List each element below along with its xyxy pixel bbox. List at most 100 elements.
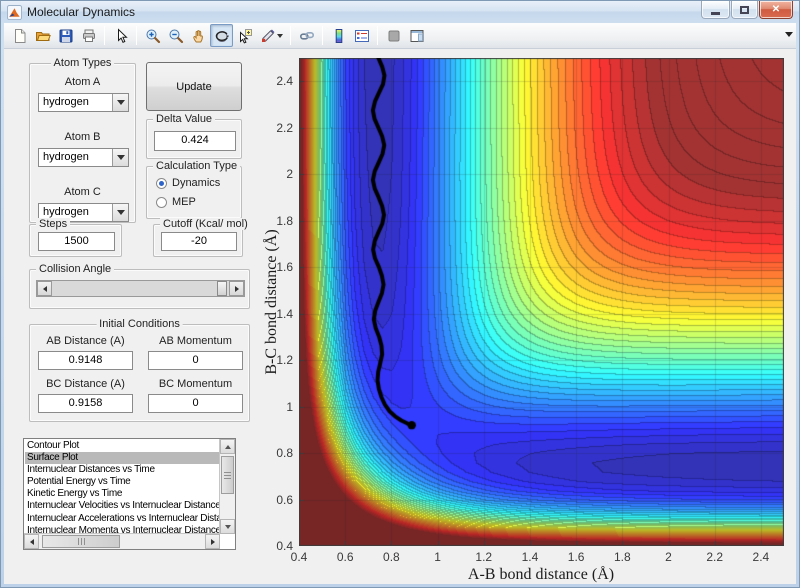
list-item[interactable]: Kinetic Energy vs Time [25,488,219,500]
list-item[interactable]: Internuclear Accelerations vs Internucle… [25,513,219,525]
calculation-type-group: Calculation Type Dynamics MEP [146,160,242,219]
left-arrow-icon [29,538,34,545]
atom-a-value: hydrogen [43,96,89,108]
atom-a-dropdown[interactable]: hydrogen [38,93,129,112]
hide-plot-tools-button[interactable] [382,24,405,47]
print-button[interactable] [77,24,100,47]
chevron-down-icon[interactable] [112,94,128,111]
bc-momentum-label: BC Momentum [158,378,233,390]
close-icon: ✕ [771,4,781,15]
window-title: Molecular Dynamics [27,5,136,19]
list-item[interactable]: Internuclear Momenta vs Internuclear Dis… [25,525,219,533]
slider-left-arrow[interactable] [37,281,52,296]
list-item[interactable]: Potential Energy vs Time [25,476,219,488]
maximize-button[interactable] [731,1,758,19]
arrow-cursor-button[interactable] [109,24,132,47]
ab-momentum-label: AB Momentum [159,335,232,347]
insert-colorbar-button[interactable] [327,24,350,47]
matlab-app-icon [7,4,22,20]
atom-a-label: Atom A [64,76,101,88]
slider-right-arrow[interactable] [229,281,244,296]
new-file-icon [14,28,25,43]
pes-contour-canvas[interactable] [299,58,784,546]
plot-type-listbox[interactable]: Contour Plot Surface Plot Internuclear Dis… [23,438,236,550]
x-tick-label: 2.4 [752,550,770,564]
list-item[interactable]: Internuclear Distances vs Time [25,464,219,476]
list-item[interactable]: Surface Plot [25,452,219,465]
data-cursor-button[interactable] [233,24,256,47]
y-tick-label: 0.4 [276,539,293,553]
minimize-icon [711,11,720,15]
scroll-left-button[interactable] [24,534,39,549]
radio-unselected-icon[interactable] [156,196,167,208]
mep-radio[interactable]: MEP [156,196,196,208]
minimize-button[interactable] [701,1,730,19]
toolbar-separator [377,26,378,45]
link-plots-button[interactable] [295,24,318,47]
update-button[interactable]: Update [146,62,242,111]
scroll-up-button[interactable] [220,439,235,454]
show-plot-tools-dock-button[interactable] [405,24,428,47]
legend-icon [354,29,369,42]
save-icon [59,29,72,42]
dynamics-radio[interactable]: Dynamics [156,177,220,189]
y-tick-label: 1 [286,399,293,414]
open-file-button[interactable] [31,24,54,47]
save-button[interactable] [54,24,77,47]
y-tick-label: 1.8 [276,213,293,228]
link-plots-icon [299,31,314,40]
list-item[interactable]: Contour Plot [25,440,219,452]
vertical-scroll-thumb[interactable] [221,456,234,494]
open-folder-icon [35,31,51,41]
rotate-3d-button[interactable] [210,24,233,47]
slider-thumb[interactable] [217,281,227,296]
cutoff-field[interactable]: -20 [161,232,237,251]
zoom-out-icon [169,29,183,43]
x-tick-label: 1.6 [567,550,585,564]
x-tick-label: 0.6 [336,550,354,564]
chevron-down-icon[interactable] [112,149,128,166]
group-title: Atom Types [50,57,115,69]
ab-momentum-field[interactable]: 0 [148,351,243,370]
delta-value-field[interactable]: 0.424 [154,131,236,151]
toolbar-separator [104,26,105,45]
insert-legend-button[interactable] [350,24,373,47]
zoom-out-button[interactable] [164,24,187,47]
up-arrow-icon [224,444,231,449]
collision-angle-slider[interactable] [36,280,245,297]
maximize-icon [740,5,749,14]
group-title: Steps [36,218,71,230]
brush-button[interactable] [256,24,286,47]
atom-b-label: Atom B [64,131,101,143]
x-tick-label: 0.8 [383,550,400,564]
right-arrow-icon [210,538,215,545]
group-title: Collision Angle [36,263,115,275]
horizontal-scrollbar[interactable] [24,533,220,549]
ab-distance-label: AB Distance (A) [46,335,125,347]
toolbar-overflow-icon[interactable] [785,32,793,37]
atom-b-dropdown[interactable]: hydrogen [38,148,129,167]
radio-selected-icon[interactable] [156,177,167,189]
bc-distance-field[interactable]: 0.9158 [38,394,133,413]
close-button[interactable]: ✕ [759,1,793,19]
rotate-3d-icon [215,30,228,42]
x-tick-label: 1.4 [521,550,539,564]
collision-angle-group: Collision Angle [29,263,250,309]
vertical-scrollbar[interactable] [219,439,235,534]
titlebar[interactable]: Molecular Dynamics ✕ [1,1,799,23]
horizontal-scroll-thumb[interactable] [42,535,120,548]
initial-conditions-group: Initial Conditions AB Distance (A) 0.914… [29,318,250,422]
brush-dropdown-icon[interactable] [276,33,283,38]
bc-momentum-field[interactable]: 0 [148,394,243,413]
group-title: Initial Conditions [96,318,183,330]
zoom-in-button[interactable] [141,24,164,47]
ab-distance-field[interactable]: 0.9148 [38,351,133,370]
scroll-down-button[interactable] [220,519,235,534]
scroll-right-button[interactable] [205,534,220,549]
chevron-down-icon[interactable] [112,204,128,221]
list-item[interactable]: Internuclear Velocities vs Internuclear … [25,500,219,512]
steps-field[interactable]: 1500 [38,232,115,251]
left-arrow-icon [42,285,47,292]
pan-button[interactable] [187,24,210,47]
new-file-button[interactable] [8,24,31,47]
